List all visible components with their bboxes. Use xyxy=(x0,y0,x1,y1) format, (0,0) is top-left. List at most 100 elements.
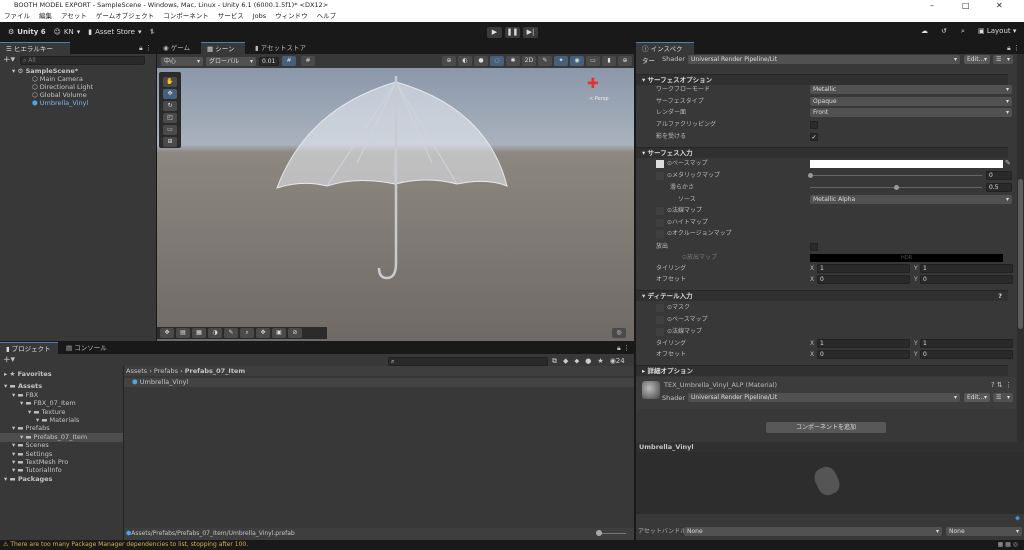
tiling-y-field[interactable]: 1 xyxy=(920,264,1013,273)
project-tree-item[interactable]: ▾ ▬ Packages xyxy=(0,475,123,484)
tab-hierarchy[interactable]: ☰ ヒエラルキー xyxy=(0,42,70,54)
rotate-tool[interactable]: ↻ xyxy=(163,101,177,111)
shaded-button[interactable]: ● xyxy=(474,56,488,66)
metallic-field[interactable]: 0 xyxy=(986,171,1012,180)
increment-snap-button[interactable]: # xyxy=(301,56,315,66)
menu-edit[interactable]: 編集 xyxy=(39,11,52,22)
error-filter-icon[interactable]: ● xyxy=(585,357,591,366)
visibility-button[interactable]: ◉ xyxy=(570,56,584,66)
hidden-count[interactable]: ◉24 xyxy=(610,357,625,366)
lighting-button[interactable]: ✎ xyxy=(538,56,552,66)
detail-normal-map-slot[interactable] xyxy=(656,328,664,336)
workflow-dropdown[interactable]: Metallic xyxy=(810,85,1012,94)
receive-shadows-checkbox[interactable]: ✓ xyxy=(810,133,818,141)
overlay-tool-7[interactable]: ✥ xyxy=(256,328,270,338)
slider-thumb[interactable] xyxy=(596,530,602,536)
material-shader-menu[interactable]: ☰ xyxy=(993,393,1013,402)
hierarchy-item-selected[interactable]: ⬢ Umbrella_Vinyl xyxy=(32,99,88,108)
debug-draw-button[interactable]: ✱ xyxy=(506,56,520,66)
asset-item[interactable]: ⬢ Umbrella_Vinyl xyxy=(124,378,634,387)
breadcrumb-prefabs[interactable]: Prefabs xyxy=(154,367,178,375)
occlusion-map-slot[interactable] xyxy=(656,230,664,238)
orientation-gizmo[interactable]: ✚ xyxy=(587,76,599,92)
persp-label[interactable]: < Persp xyxy=(589,96,609,102)
asset-variant-dropdown[interactable]: None xyxy=(946,527,1022,536)
pause-button[interactable]: ❚❚ xyxy=(505,27,520,38)
menu-jobs[interactable]: Jobs xyxy=(253,11,266,22)
overlay-tool-8[interactable]: ▣ xyxy=(272,328,286,338)
detail-offset-y-field[interactable]: 0 xyxy=(920,350,1013,359)
overlay-tool-3[interactable]: ▦ xyxy=(192,328,206,338)
project-search-input[interactable]: ⌕ xyxy=(388,357,548,366)
normal-map-slot[interactable] xyxy=(656,207,664,215)
menu-window[interactable]: ウィンドウ xyxy=(275,11,308,22)
preview-area[interactable]: ⬥ xyxy=(636,452,1024,522)
gizmos-button[interactable]: ⊕ xyxy=(618,56,632,66)
detail-tiling-x-field[interactable]: 1 xyxy=(817,339,910,348)
create-button[interactable]: +▾ xyxy=(3,355,15,365)
search-icon[interactable]: ⌕ xyxy=(961,27,965,36)
menu-help[interactable]: ヘルプ xyxy=(317,11,337,22)
detail-offset-x-field[interactable]: 0 xyxy=(817,350,910,359)
search-by-type-icon[interactable]: ⧉ xyxy=(552,357,557,366)
edit-shader-button[interactable]: Edit... xyxy=(964,55,990,64)
lock-icon[interactable]: 🔒︎ ⋮ xyxy=(1007,44,1020,53)
render-mode-button[interactable]: ▭ xyxy=(586,56,600,66)
detail-inputs-header[interactable]: ▾ ディテール入力? xyxy=(636,290,1008,301)
lock-icon[interactable]: 🔒︎ ⋮ xyxy=(617,344,630,353)
asset-store-button[interactable]: ▮ Asset Store ▾ xyxy=(88,28,141,36)
search-by-label-icon[interactable]: ◆ xyxy=(563,357,568,366)
layout-dropdown[interactable]: ▣ Layout ▾ xyxy=(978,27,1016,35)
emission-checkbox[interactable] xyxy=(810,243,818,251)
tab-game[interactable]: ◉ ゲーム xyxy=(157,42,196,54)
history-icon[interactable]: ↺ xyxy=(941,27,947,35)
overlay-tool-4[interactable]: ◑ xyxy=(208,328,222,338)
project-tree-item[interactable]: ▸ ★ Favorites xyxy=(0,370,123,379)
move-tool[interactable]: ✥ xyxy=(163,89,177,99)
menu-gameobject[interactable]: ゲームオブジェクト xyxy=(96,11,154,22)
overlay-tool-9[interactable]: ⊘ xyxy=(288,328,302,338)
metallic-map-slot[interactable] xyxy=(656,172,664,180)
preview-header[interactable]: Umbrella_Vinyl xyxy=(636,442,1024,452)
transform-tool[interactable]: ⊞ xyxy=(163,137,177,147)
asset-label-icon[interactable]: ⬥ xyxy=(574,357,579,366)
menu-services[interactable]: サービス xyxy=(218,11,244,22)
overlay-tool-2[interactable]: ▤ xyxy=(176,328,190,338)
status-icons[interactable]: ▦ ▦ ◎ xyxy=(998,540,1018,550)
advanced-options-header[interactable]: ▸ 詳細オプション xyxy=(636,365,1008,376)
menu-file[interactable]: ファイル xyxy=(4,11,30,22)
lit-button[interactable]: ◌ xyxy=(490,56,504,66)
hierarchy-search-input[interactable]: ⌕ All xyxy=(20,56,145,65)
material-shader-dropdown[interactable]: Universal Render Pipeline/Lit xyxy=(688,393,960,402)
detail-base-map-slot[interactable] xyxy=(656,316,664,324)
offset-y-field[interactable]: 0 xyxy=(920,275,1013,284)
surface-type-dropdown[interactable]: Opaque xyxy=(810,97,1012,106)
render-face-dropdown[interactable]: Front xyxy=(810,108,1012,117)
emission-color-swatch[interactable]: HDR xyxy=(810,254,1003,262)
breadcrumb-current[interactable]: Prefabs_07_Item xyxy=(185,367,245,375)
tab-asset-store[interactable]: ▮ アセットストア xyxy=(249,42,312,54)
alpha-clip-checkbox[interactable] xyxy=(810,121,818,129)
smoothness-field[interactable]: 0.5 xyxy=(986,183,1012,192)
space-dropdown[interactable]: グローバル xyxy=(206,56,256,66)
source-dropdown[interactable]: Metallic Alpha xyxy=(810,195,1012,204)
smoothness-slider[interactable] xyxy=(810,185,982,190)
surface-options-header[interactable]: ▾ サーフェスオプション xyxy=(636,74,1008,85)
play-button[interactable]: ▶ xyxy=(487,27,502,38)
base-map-slot[interactable] xyxy=(656,160,664,168)
scale-tool[interactable]: ◰ xyxy=(163,113,177,123)
menu-component[interactable]: コンポーネント xyxy=(163,11,209,22)
tiling-x-field[interactable]: 1 xyxy=(817,264,910,273)
slider-thumb[interactable] xyxy=(894,185,899,190)
overlay-tool-5[interactable]: ✎ xyxy=(224,328,238,338)
material-menu-icons[interactable]: ? ⇅ ⋮ xyxy=(991,381,1012,389)
status-bar[interactable]: ⚠ There are too many Package Manager dep… xyxy=(0,540,1024,550)
shader-menu-button[interactable]: ☰ xyxy=(993,55,1013,64)
shader-dropdown[interactable]: Universal Render Pipeline/Lit xyxy=(688,55,960,64)
asset-label-icon[interactable]: ⬥ xyxy=(1015,514,1020,523)
detail-tiling-y-field[interactable]: 1 xyxy=(920,339,1013,348)
material-edit-button[interactable]: Edit... xyxy=(964,393,990,402)
mask-slot[interactable] xyxy=(656,304,664,312)
unity-button[interactable]: ⚙ Unity 6 xyxy=(8,28,46,36)
favorite-icon[interactable]: ★ xyxy=(597,357,603,366)
